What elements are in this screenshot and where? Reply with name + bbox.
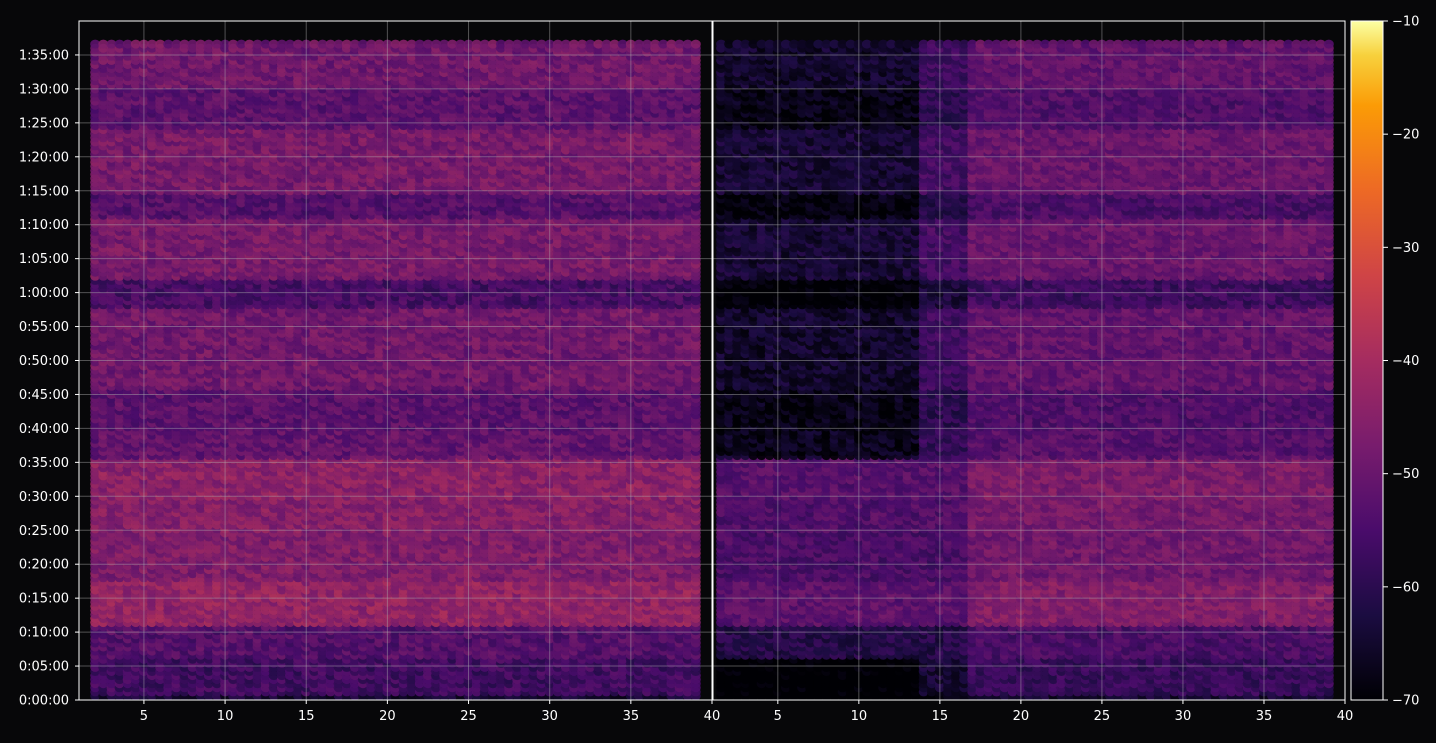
spectrogram-chart: 5 10 15 20 25 30 35 40 5 10 15 20 25 30 35 40 0:00:00 0:0…: [0, 0, 1436, 739]
heatmap-panels: 5 10 15 20 25 30 35 40 5 10 15 20 25 30 35 400:00:000:0…: [19, 20, 1353, 724]
heat-cells: [90, 39, 701, 700]
chart-svg: 5 10 15 20 25 30 35 40 5 10 15 20 25 30 35 400:00:000:0…: [19, 15, 1420, 725]
heatmap-panel-1: 5 10 15 20 25 30 35 40: [78, 20, 720, 724]
